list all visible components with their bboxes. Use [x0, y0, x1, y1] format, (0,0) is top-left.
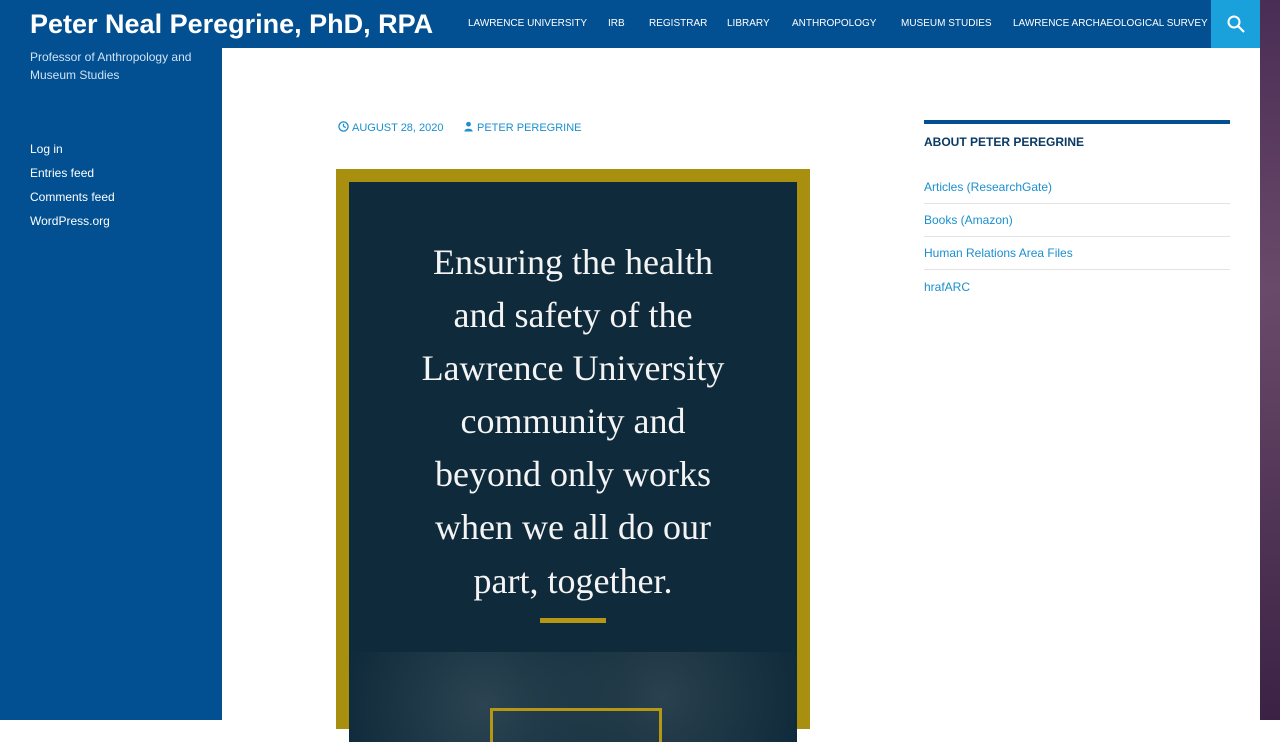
poster-line: Lawrence University — [421, 348, 725, 388]
log-in-link[interactable]: Log in — [30, 141, 63, 157]
nav-item-lawrence-archaeological-survey[interactable]: Lawrence Archaeological Survey — [1013, 17, 1208, 31]
widget-title: About Peter Peregrine — [924, 135, 1085, 149]
search-icon — [1227, 15, 1245, 33]
post-date-link[interactable]: August 28, 2020 — [338, 121, 444, 135]
embedded-frame[interactable] — [900, 320, 1226, 662]
poster-line: community and — [460, 401, 686, 441]
nav-item-lawrence-university[interactable]: Lawrence University — [468, 17, 587, 31]
books-amazon-link[interactable]: Books (Amazon) — [924, 213, 1013, 227]
hrafarc-link[interactable]: hrafARC — [924, 280, 970, 294]
clock-icon — [338, 121, 349, 132]
site-title[interactable]: Peter Neal Peregrine, PhD, RPA — [30, 7, 433, 41]
post-author: Peter Peregrine — [477, 122, 582, 134]
comments-feed-link[interactable]: Comments feed — [30, 189, 115, 205]
list-item: Articles (ResearchGate) — [924, 170, 1230, 204]
featured-poster: Ensuring the health and safety of the La… — [336, 169, 810, 742]
poster-frame-graphic — [490, 708, 662, 742]
poster-divider — [540, 618, 606, 623]
entries-feed-link[interactable]: Entries feed — [30, 165, 94, 181]
nav-item-anthropology[interactable]: Anthropology — [792, 17, 876, 31]
post-date: August 28, 2020 — [352, 122, 444, 134]
poster-line: when we all do our — [435, 507, 711, 547]
articles-researchgate-link[interactable]: Articles (ResearchGate) — [924, 180, 1052, 194]
nav-item-museum-studies[interactable]: Museum Studies — [901, 17, 992, 31]
nav-item-library[interactable]: Library — [727, 17, 770, 31]
list-item: hrafARC — [924, 270, 1230, 303]
site-description: Professor of Anthropology and Museum Stu… — [30, 50, 192, 82]
poster-panel: Ensuring the health and safety of the La… — [349, 182, 797, 742]
human-relations-area-files-link[interactable]: Human Relations Area Files — [924, 246, 1073, 260]
wordpress-org-link[interactable]: WordPress.org — [30, 213, 110, 229]
list-item: Human Relations Area Files — [924, 236, 1230, 270]
poster-line: Ensuring the health — [433, 242, 713, 282]
search-button[interactable] — [1211, 0, 1260, 48]
poster-line: beyond only works — [435, 454, 711, 494]
poster-line: part, together. — [473, 561, 673, 601]
person-icon — [464, 121, 473, 132]
widget-top-rule — [924, 120, 1230, 124]
list-item: Books (Amazon) — [924, 203, 1230, 237]
post-author-link[interactable]: Peter Peregrine — [463, 121, 582, 135]
nav-item-irb[interactable]: IRB — [608, 17, 625, 31]
background-edge — [1260, 0, 1280, 720]
nav-item-registrar[interactable]: Registrar — [649, 17, 707, 31]
poster-line: and safety of the — [453, 295, 693, 335]
